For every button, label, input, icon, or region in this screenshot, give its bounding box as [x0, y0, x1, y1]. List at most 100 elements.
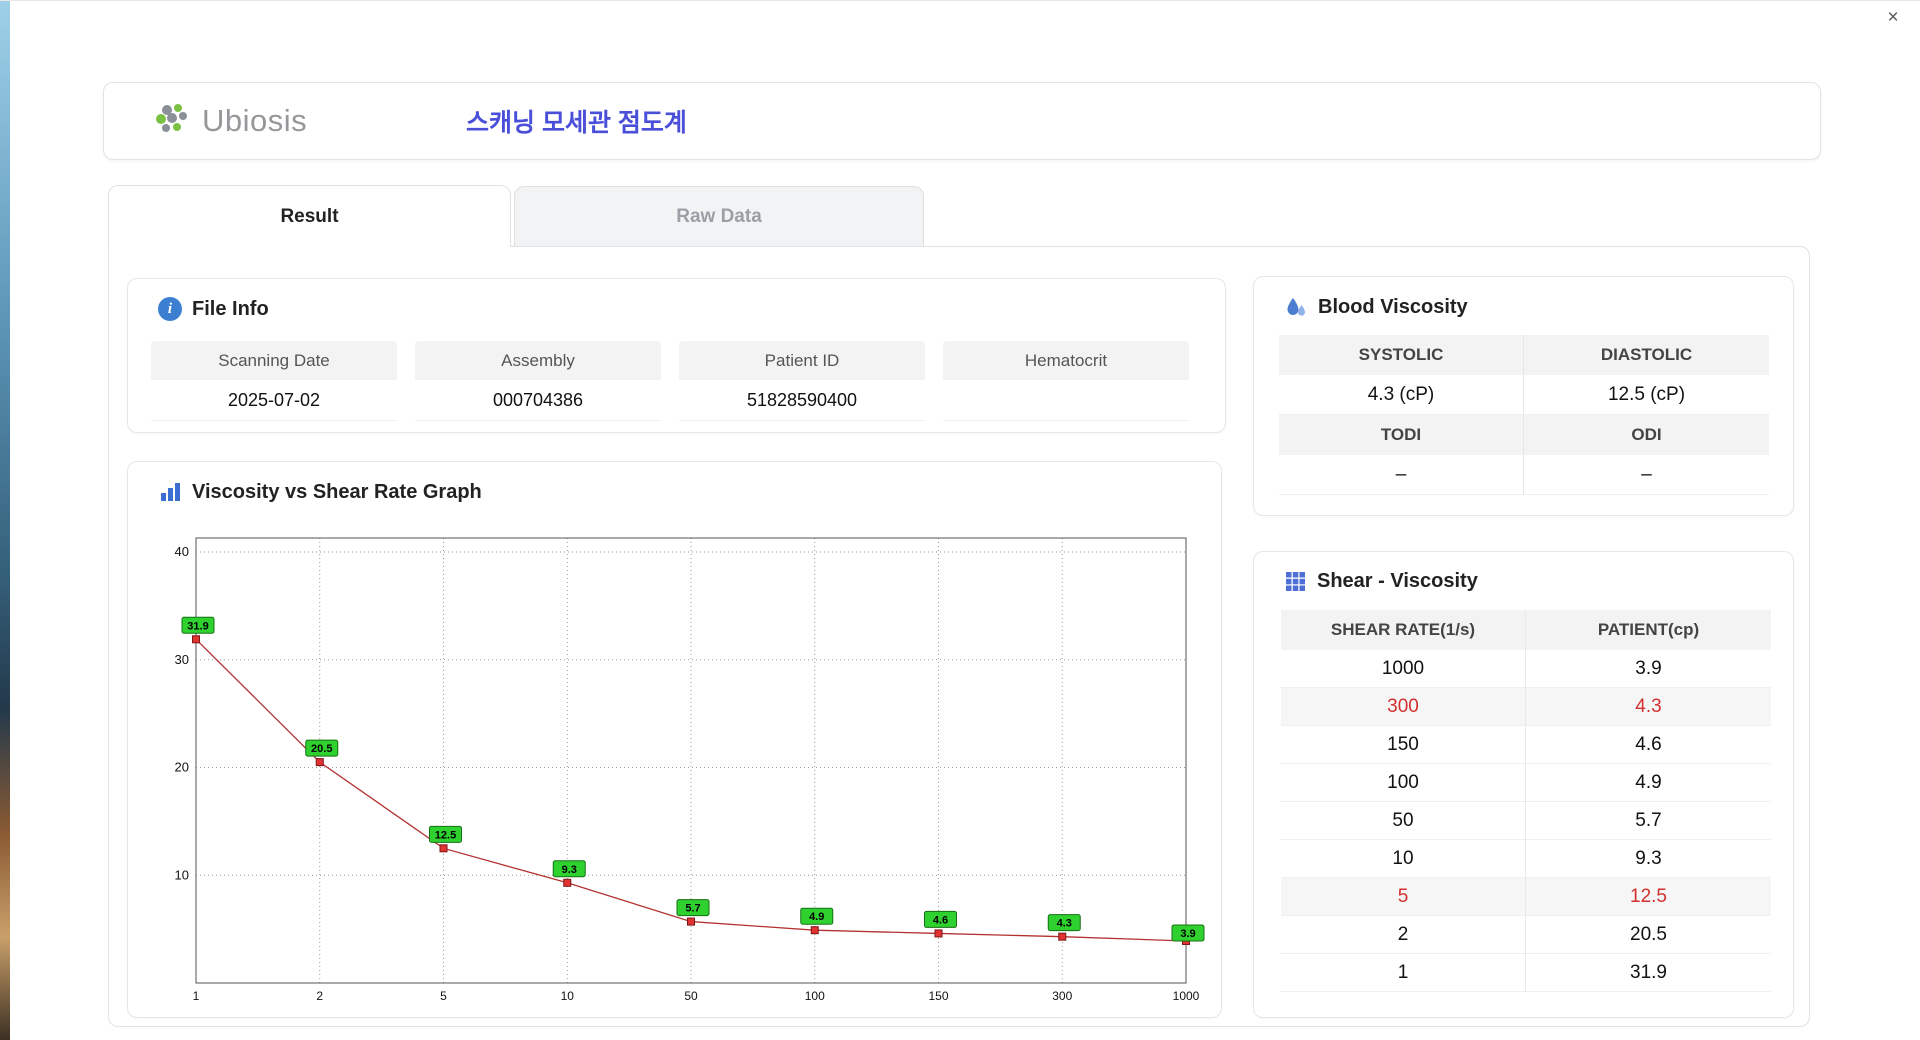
sv-patient: 9.3 [1526, 840, 1771, 878]
bv-value-diastolic: 12.5 (cP) [1524, 375, 1769, 415]
sv-rate: 1 [1281, 954, 1526, 992]
sv-patient: 12.5 [1526, 878, 1771, 916]
bv-header-diastolic: DIASTOLIC [1524, 335, 1769, 375]
blood-drop-icon [1287, 298, 1305, 316]
svg-text:1000: 1000 [1173, 989, 1200, 1003]
svg-text:4.9: 4.9 [809, 911, 824, 923]
field-label: Assembly [415, 341, 661, 380]
svg-text:5: 5 [440, 989, 447, 1003]
info-icon: i [158, 297, 182, 321]
header: Ubiosis 스캐닝 모세관 점도계 [103, 82, 1821, 160]
sv-patient: 20.5 [1526, 916, 1771, 954]
table-row: 150 4.6 [1281, 726, 1771, 764]
table-row: 300 4.3 [1281, 688, 1771, 726]
close-icon[interactable]: × [1880, 5, 1906, 31]
file-info-title-row: i File Info [158, 297, 269, 321]
shear-viscosity-title-row: Shear - Viscosity [1284, 570, 1478, 593]
blood-viscosity-title-row: Blood Viscosity [1284, 295, 1468, 319]
blood-viscosity-table: SYSTOLIC DIASTOLIC 4.3 (cP) 12.5 (cP) TO… [1279, 335, 1769, 495]
shear-viscosity-title: Shear - Viscosity [1317, 570, 1478, 592]
sv-rate: 1000 [1281, 650, 1526, 688]
sv-rate: 100 [1281, 764, 1526, 802]
app-title: 스캐닝 모세관 점도계 [466, 109, 687, 137]
svg-text:300: 300 [1052, 989, 1072, 1003]
svg-text:10: 10 [175, 867, 189, 882]
bv-value-todi: – [1279, 455, 1524, 495]
logo-dots-icon [156, 104, 187, 132]
table-grid-icon [1286, 572, 1305, 591]
field-label: Hematocrit [943, 341, 1189, 380]
bv-value-systolic: 4.3 (cP) [1279, 375, 1524, 415]
svg-text:4.3: 4.3 [1057, 918, 1072, 930]
field-scanning-date: Scanning Date 2025-07-02 [151, 341, 397, 421]
table-row: 100 4.9 [1281, 764, 1771, 802]
svg-text:2: 2 [316, 989, 323, 1003]
field-value: 2025-07-02 [151, 380, 397, 421]
sv-rate: 300 [1281, 688, 1526, 726]
table-row: 2 20.5 [1281, 916, 1771, 954]
sv-patient: 4.3 [1526, 688, 1771, 726]
svg-text:4.6: 4.6 [933, 914, 948, 926]
sv-col-shear-rate: SHEAR RATE(1/s) [1281, 610, 1526, 650]
field-assembly: Assembly 000704386 [415, 341, 661, 421]
sv-patient: 3.9 [1526, 650, 1771, 688]
brand-text: Ubiosis [202, 103, 308, 138]
svg-text:5.7: 5.7 [685, 903, 700, 915]
blood-viscosity-card: Blood Viscosity SYSTOLIC DIASTOLIC 4.3 (… [1253, 276, 1794, 516]
svg-text:30: 30 [175, 652, 189, 667]
bv-header-todi: TODI [1279, 415, 1524, 455]
tab-raw-data[interactable]: Raw Data [514, 186, 924, 246]
file-info-title: File Info [192, 297, 269, 320]
svg-text:50: 50 [684, 989, 698, 1003]
field-hematocrit: Hematocrit [943, 341, 1189, 421]
field-value [943, 380, 1189, 421]
bv-header-row: TODI ODI [1279, 415, 1769, 455]
blood-viscosity-title: Blood Viscosity [1318, 295, 1468, 318]
bv-value-row: 4.3 (cP) 12.5 (cP) [1279, 375, 1769, 415]
sv-col-patient: PATIENT(cp) [1526, 610, 1771, 650]
shear-viscosity-table: SHEAR RATE(1/s) PATIENT(cp) 1000 3.9 300… [1281, 610, 1771, 992]
sv-patient: 31.9 [1526, 954, 1771, 992]
field-label: Scanning Date [151, 341, 397, 380]
sv-patient: 4.6 [1526, 726, 1771, 764]
graph-card: Viscosity vs Shear Rate Graph 10 20 30 40 1 2… [127, 461, 1222, 1018]
sv-rate: 10 [1281, 840, 1526, 878]
table-row: 1000 3.9 [1281, 650, 1771, 688]
sv-patient: 5.7 [1526, 802, 1771, 840]
field-value: 51828590400 [679, 380, 925, 421]
bv-value-odi: – [1524, 455, 1769, 495]
brand-logo: Ubiosis [154, 102, 307, 140]
table-row: 1 31.9 [1281, 954, 1771, 992]
field-patient-id: Patient ID 51828590400 [679, 341, 925, 421]
app-window: × Ubiosis 스캐닝 모세관 점도계 Result Raw Data i [0, 0, 1920, 1040]
sv-rate: 150 [1281, 726, 1526, 764]
bv-header-odi: ODI [1524, 415, 1769, 455]
bv-header-row: SYSTOLIC DIASTOLIC [1279, 335, 1769, 375]
svg-text:150: 150 [928, 989, 948, 1003]
desktop-edge [0, 1, 10, 1040]
bv-header-systolic: SYSTOLIC [1279, 335, 1524, 375]
svg-text:1: 1 [193, 989, 200, 1003]
svg-text:12.5: 12.5 [435, 829, 456, 841]
bv-value-row: – – [1279, 455, 1769, 495]
file-info-fields: Scanning Date 2025-07-02 Assembly 000704… [151, 341, 1189, 421]
sv-rate: 5 [1281, 878, 1526, 916]
viscosity-chart: 10 20 30 40 1 2 5 10 50 100 150 300 1000 31.9 20.5 12.5… [175, 537, 1205, 1003]
sv-rate: 50 [1281, 802, 1526, 840]
graph-title-row: Viscosity vs Shear Rate Graph [158, 480, 482, 504]
field-label: Patient ID [679, 341, 925, 380]
tab-result-label: Result [280, 205, 339, 227]
file-info-card: i File Info Scanning Date 2025-07-02 Ass… [127, 278, 1226, 433]
svg-text:3.9: 3.9 [1180, 928, 1195, 940]
table-row: 5 12.5 [1281, 878, 1771, 916]
graph-title: Viscosity vs Shear Rate Graph [192, 480, 482, 503]
sv-header-row: SHEAR RATE(1/s) PATIENT(cp) [1281, 610, 1771, 650]
svg-text:31.9: 31.9 [187, 620, 208, 632]
tab-raw-data-label: Raw Data [676, 205, 762, 227]
svg-text:40: 40 [175, 544, 189, 559]
content-panel: i File Info Scanning Date 2025-07-02 Ass… [108, 246, 1810, 1027]
bar-chart-icon [161, 483, 180, 501]
table-row: 50 5.7 [1281, 802, 1771, 840]
svg-text:100: 100 [805, 989, 825, 1003]
tab-result[interactable]: Result [108, 185, 511, 247]
